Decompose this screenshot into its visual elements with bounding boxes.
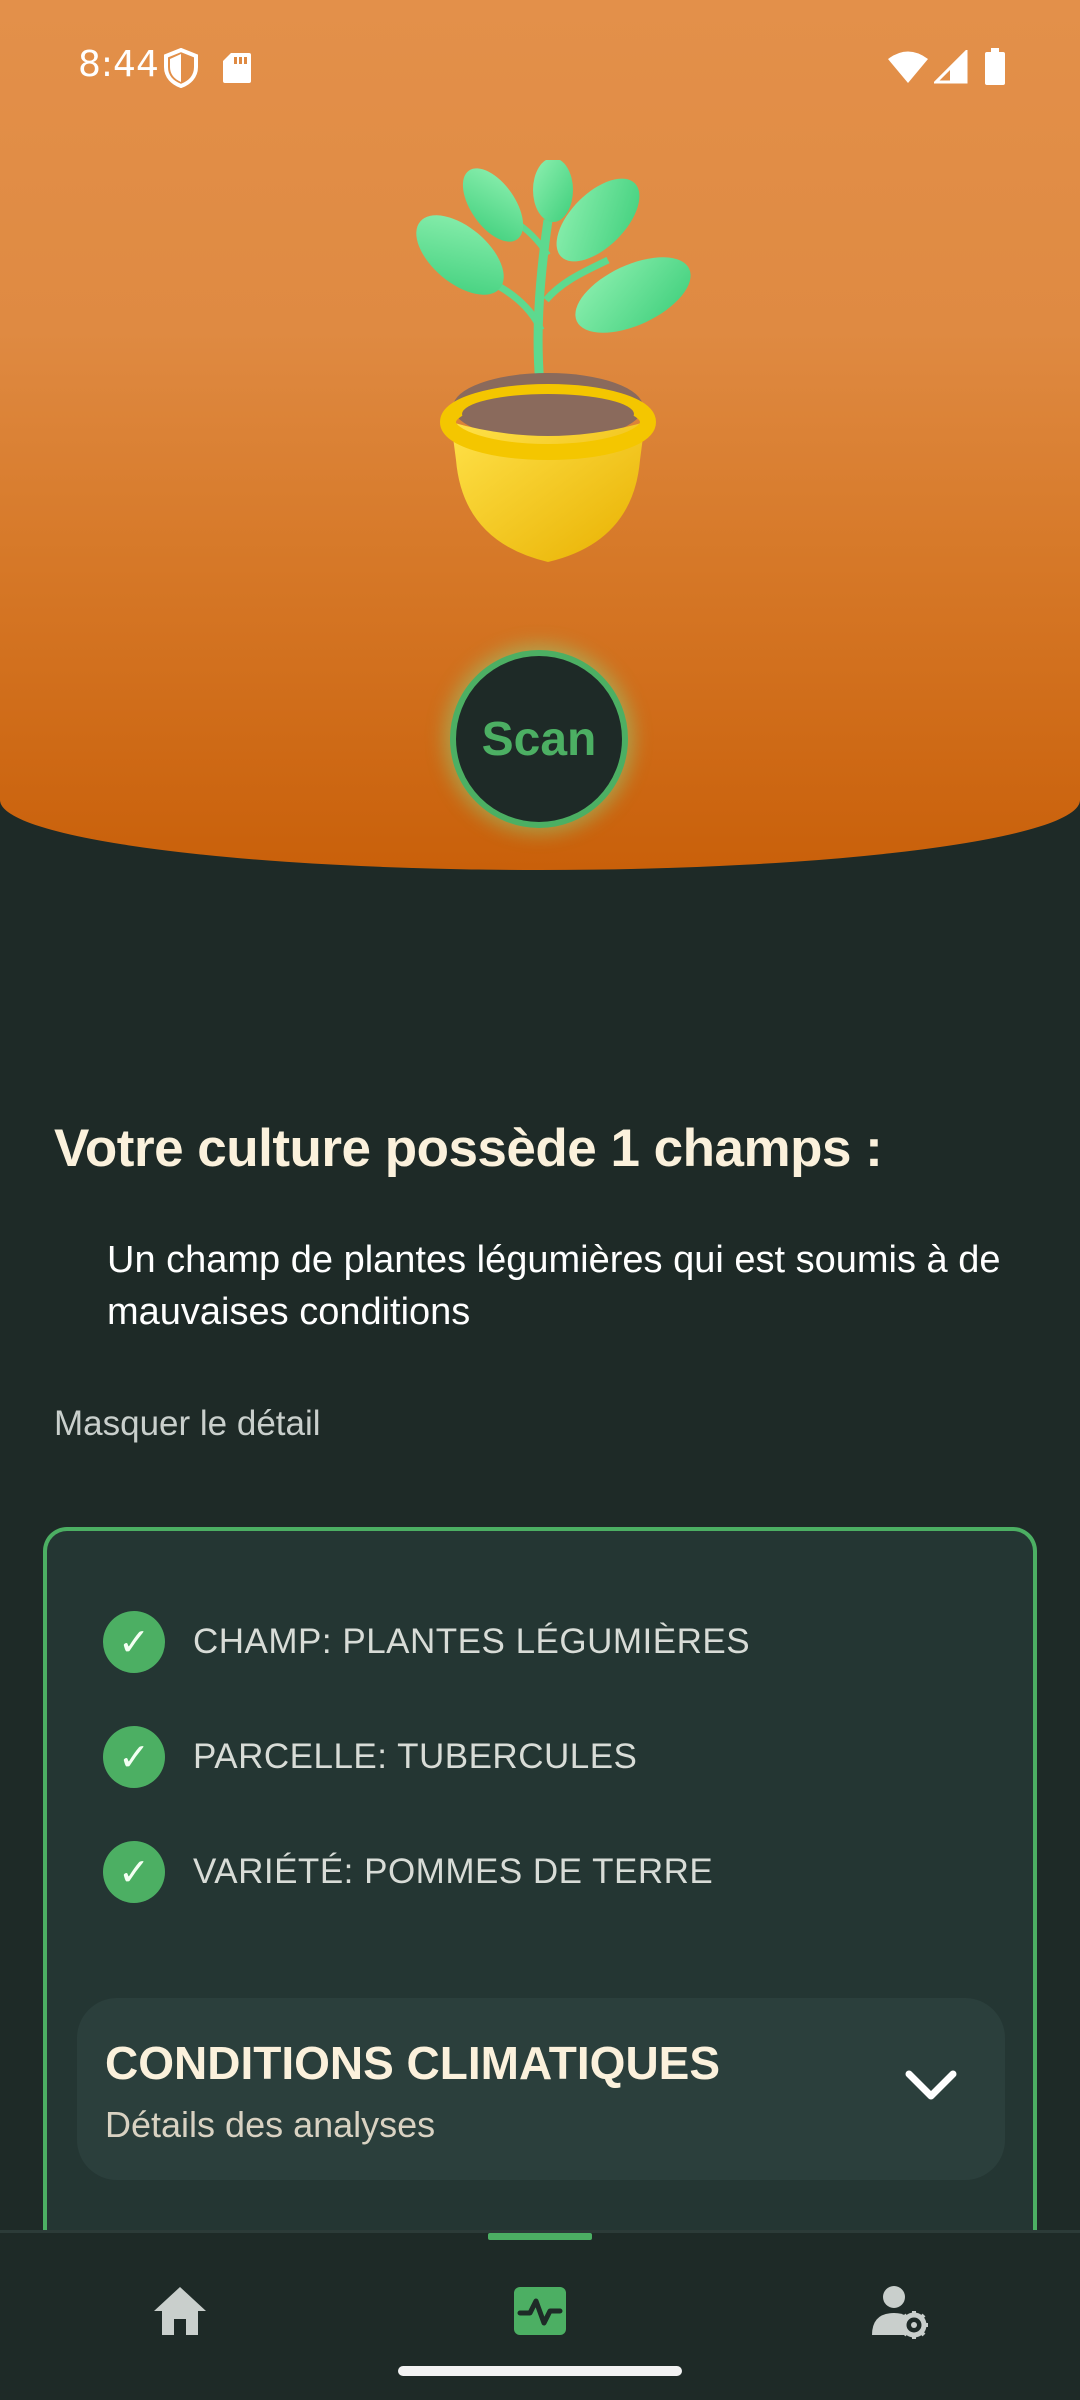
check-circle-icon: ✓ — [103, 1841, 165, 1903]
chevron-down-icon[interactable] — [903, 2066, 959, 2106]
potted-plant-icon — [416, 160, 691, 562]
hide-details-link[interactable]: Masquer le détail — [54, 1404, 321, 1444]
list-item: ✓ CHAMP: PLANTES LÉGUMIÈRES — [103, 1611, 750, 1673]
details-card: ✓ CHAMP: PLANTES LÉGUMIÈRES ✓ PARCELLE: … — [43, 1527, 1037, 2247]
wifi-icon — [888, 51, 928, 83]
home-icon — [154, 2287, 206, 2335]
nav-home[interactable] — [0, 2233, 360, 2383]
accordion-subtitle: Détails des analyses — [105, 2104, 436, 2145]
scan-button[interactable]: Scan — [450, 650, 628, 828]
shield-icon — [164, 48, 198, 88]
sd-card-icon — [223, 53, 251, 83]
culture-description: Un champ de plantes légumières qui est s… — [107, 1239, 1001, 1333]
user-settings-icon — [872, 2286, 928, 2339]
plot-label: PARCELLE: TUBERCULES — [193, 1737, 638, 1776]
list-item: ✓ VARIÉTÉ: POMMES DE TERRE — [103, 1841, 713, 1903]
list-item: ✓ PARCELLE: TUBERCULES — [103, 1726, 637, 1788]
signal-icon — [934, 50, 968, 84]
climate-conditions-accordion[interactable]: CONDITIONS CLIMATIQUES Détails des analy… — [77, 1998, 1005, 2180]
status-time: 8:44 — [78, 44, 159, 85]
battery-icon — [985, 48, 1005, 85]
gesture-handle[interactable] — [398, 2366, 682, 2376]
nav-analysis[interactable] — [360, 2233, 720, 2383]
nav-profile[interactable] — [720, 2233, 1080, 2383]
nav-active-indicator — [488, 2233, 592, 2240]
variety-label: VARIÉTÉ: POMMES DE TERRE — [193, 1852, 714, 1891]
activity-icon — [514, 2287, 566, 2335]
accordion-title: CONDITIONS CLIMATIQUES — [105, 2037, 721, 2089]
page-title: Votre culture possède 1 champs : — [54, 1119, 883, 1178]
check-circle-icon: ✓ — [103, 1726, 165, 1788]
status-bar: 8:44 — [0, 0, 1080, 136]
field-label: CHAMP: PLANTES LÉGUMIÈRES — [193, 1622, 751, 1661]
check-circle-icon: ✓ — [103, 1611, 165, 1673]
hero-header: 8:44 Scan — [0, 0, 1080, 870]
